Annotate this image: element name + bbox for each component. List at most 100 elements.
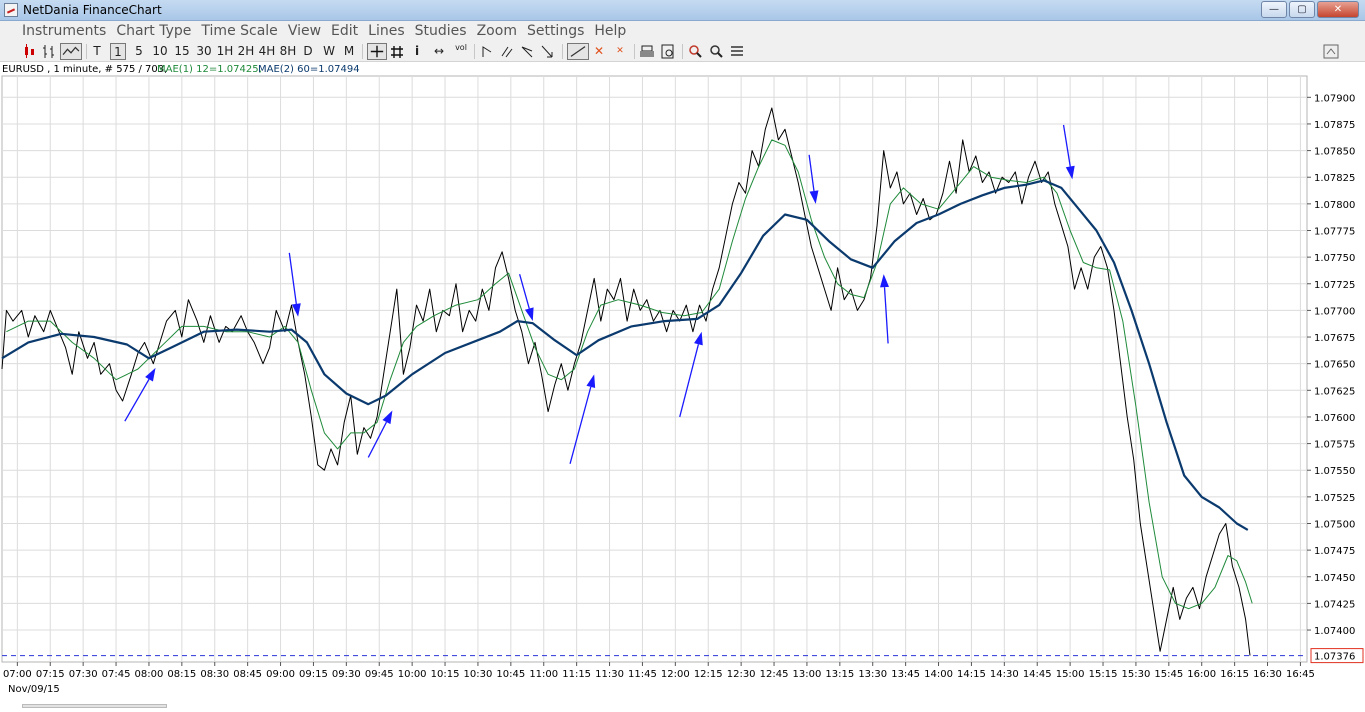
y-axis: 1.07900 1.07875 1.07850 1.07825 1.07800 1.077… bbox=[1307, 93, 1364, 664]
pan-horizontal-icon[interactable]: ↔ bbox=[430, 43, 448, 60]
ohlc-bar-icon[interactable] bbox=[42, 43, 56, 60]
timeframe-30min[interactable]: 30 bbox=[195, 43, 213, 60]
timeframe-tick[interactable]: T bbox=[90, 43, 104, 60]
timeframe-2h[interactable]: 2H bbox=[237, 43, 255, 60]
y-tick-label: 1.07825 bbox=[1314, 173, 1355, 184]
separator bbox=[634, 44, 635, 59]
timeframe-5min[interactable]: 5 bbox=[132, 43, 146, 60]
x-tick-label: 11:15 bbox=[562, 669, 591, 680]
x-tick-label: 13:45 bbox=[891, 669, 920, 680]
y-tick-label: 1.07900 bbox=[1314, 93, 1355, 104]
channel-tool-icon[interactable] bbox=[500, 43, 514, 60]
menu-help[interactable]: Help bbox=[594, 23, 626, 39]
zoom-reset-icon[interactable] bbox=[729, 43, 745, 60]
y-tick-label: 1.07525 bbox=[1314, 493, 1355, 504]
y-tick-label: 1.07850 bbox=[1314, 147, 1355, 158]
line-chart-icon[interactable] bbox=[60, 43, 82, 60]
timeframe-1min[interactable]: 1 bbox=[110, 43, 126, 60]
x-tick-label: 16:00 bbox=[1187, 669, 1216, 680]
y-tick-label: 1.07475 bbox=[1314, 546, 1355, 557]
separator bbox=[682, 44, 683, 59]
zoom-out-icon[interactable] bbox=[708, 43, 724, 60]
horizontal-scrollbar[interactable] bbox=[22, 704, 167, 708]
arrow-tool-icon[interactable] bbox=[540, 43, 554, 60]
toolbar: T 1 5 10 15 30 1H 2H 4H 8H D W M i ↔ vol… bbox=[0, 41, 1365, 62]
legend-symbol-info: EURUSD , 1 minute, # 575 / 703, bbox=[2, 64, 167, 75]
x-tick-label: 09:15 bbox=[299, 669, 328, 680]
timeframe-10min[interactable]: 10 bbox=[151, 43, 169, 60]
y-tick-label: 1.07425 bbox=[1314, 599, 1355, 610]
x-tick-label: 13:30 bbox=[858, 669, 887, 680]
timeframe-week[interactable]: W bbox=[321, 43, 337, 60]
chart-area[interactable]: EURUSD , 1 minute, # 575 / 703, MAE(1) 1… bbox=[0, 62, 1365, 708]
info-icon[interactable]: i bbox=[412, 43, 422, 60]
window-controls: — ▢ ✕ bbox=[1261, 1, 1359, 18]
crosshair-icon[interactable] bbox=[367, 43, 387, 60]
volume-icon[interactable]: vol bbox=[452, 43, 470, 60]
x-tick-label: 13:15 bbox=[825, 669, 854, 680]
print-preview-icon[interactable] bbox=[660, 43, 676, 60]
menu-settings[interactable]: Settings bbox=[527, 23, 584, 39]
x-tick-label: 12:00 bbox=[661, 669, 690, 680]
trendline-tool-icon[interactable] bbox=[480, 43, 494, 60]
timeframe-15min[interactable]: 15 bbox=[173, 43, 191, 60]
x-tick-label: 14:45 bbox=[1023, 669, 1052, 680]
y-tick-label: 1.07675 bbox=[1314, 333, 1355, 344]
delete-icon[interactable]: ✕ bbox=[592, 43, 606, 60]
close-button[interactable]: ✕ bbox=[1317, 1, 1359, 18]
app-chart-icon bbox=[4, 3, 18, 17]
zoom-in-icon[interactable] bbox=[687, 43, 703, 60]
menu-lines[interactable]: Lines bbox=[368, 23, 404, 39]
timeframe-day[interactable]: D bbox=[301, 43, 315, 60]
price-chart[interactable]: EURUSD , 1 minute, # 575 / 703, MAE(1) 1… bbox=[0, 62, 1365, 708]
menu-instruments[interactable]: Instruments bbox=[22, 23, 106, 39]
plot-frame bbox=[1, 75, 1308, 663]
x-tick-label: 12:45 bbox=[760, 669, 789, 680]
x-tick-label: 16:45 bbox=[1286, 669, 1315, 680]
x-tick-label: 15:00 bbox=[1056, 669, 1085, 680]
print-icon[interactable] bbox=[639, 43, 655, 60]
x-tick-label: 11:45 bbox=[628, 669, 657, 680]
menu-chart-type[interactable]: Chart Type bbox=[116, 23, 191, 39]
menu-bar: Instruments Chart Type Time Scale View E… bbox=[0, 21, 1365, 41]
timeframe-8h[interactable]: 8H bbox=[279, 43, 297, 60]
menu-time-scale[interactable]: Time Scale bbox=[201, 23, 277, 39]
y-tick-label: 1.07550 bbox=[1314, 466, 1355, 477]
x-tick-label: 13:00 bbox=[793, 669, 822, 680]
y-tick-label: 1.07800 bbox=[1314, 200, 1355, 211]
grid-icon[interactable] bbox=[390, 43, 404, 60]
timeframe-1h[interactable]: 1H bbox=[216, 43, 234, 60]
x-tick-label: 08:00 bbox=[135, 669, 164, 680]
menu-studies[interactable]: Studies bbox=[415, 23, 467, 39]
menu-edit[interactable]: Edit bbox=[331, 23, 358, 39]
y-tick-label: 1.07700 bbox=[1314, 306, 1355, 317]
y-tick-label: 1.07875 bbox=[1314, 120, 1355, 131]
x-tick-label: 07:30 bbox=[69, 669, 98, 680]
x-tick-label: 11:00 bbox=[529, 669, 558, 680]
minimize-button[interactable]: — bbox=[1261, 1, 1287, 18]
y-tick-label: 1.07775 bbox=[1314, 226, 1355, 237]
x-tick-label: 15:30 bbox=[1122, 669, 1151, 680]
draw-line-icon[interactable] bbox=[567, 43, 589, 60]
candlestick-icon[interactable] bbox=[22, 43, 36, 60]
x-tick-label: 14:15 bbox=[957, 669, 986, 680]
fibonacci-tool-icon[interactable] bbox=[520, 43, 534, 60]
menu-view[interactable]: View bbox=[288, 23, 321, 39]
delete-all-icon[interactable]: ✕ bbox=[612, 43, 628, 60]
maximize-button[interactable]: ▢ bbox=[1289, 1, 1315, 18]
window-title: NetDania FinanceChart bbox=[23, 3, 162, 17]
x-tick-label: 07:15 bbox=[36, 669, 65, 680]
x-tick-label: 12:30 bbox=[727, 669, 756, 680]
separator bbox=[562, 44, 563, 59]
last-price-tag: 1.07376 bbox=[1310, 648, 1364, 664]
timeframe-month[interactable]: M bbox=[342, 43, 356, 60]
date-label: Nov/09/15 bbox=[8, 684, 60, 695]
timeframe-4h[interactable]: 4H bbox=[258, 43, 276, 60]
y-tick-label: 1.07725 bbox=[1314, 280, 1355, 291]
x-tick-label: 11:30 bbox=[595, 669, 624, 680]
x-tick-label: 14:00 bbox=[924, 669, 953, 680]
x-tick-label: 10:30 bbox=[464, 669, 493, 680]
panel-toggle-icon[interactable] bbox=[1322, 43, 1340, 60]
menu-zoom[interactable]: Zoom bbox=[477, 23, 517, 39]
x-tick-label: 16:30 bbox=[1253, 669, 1282, 680]
